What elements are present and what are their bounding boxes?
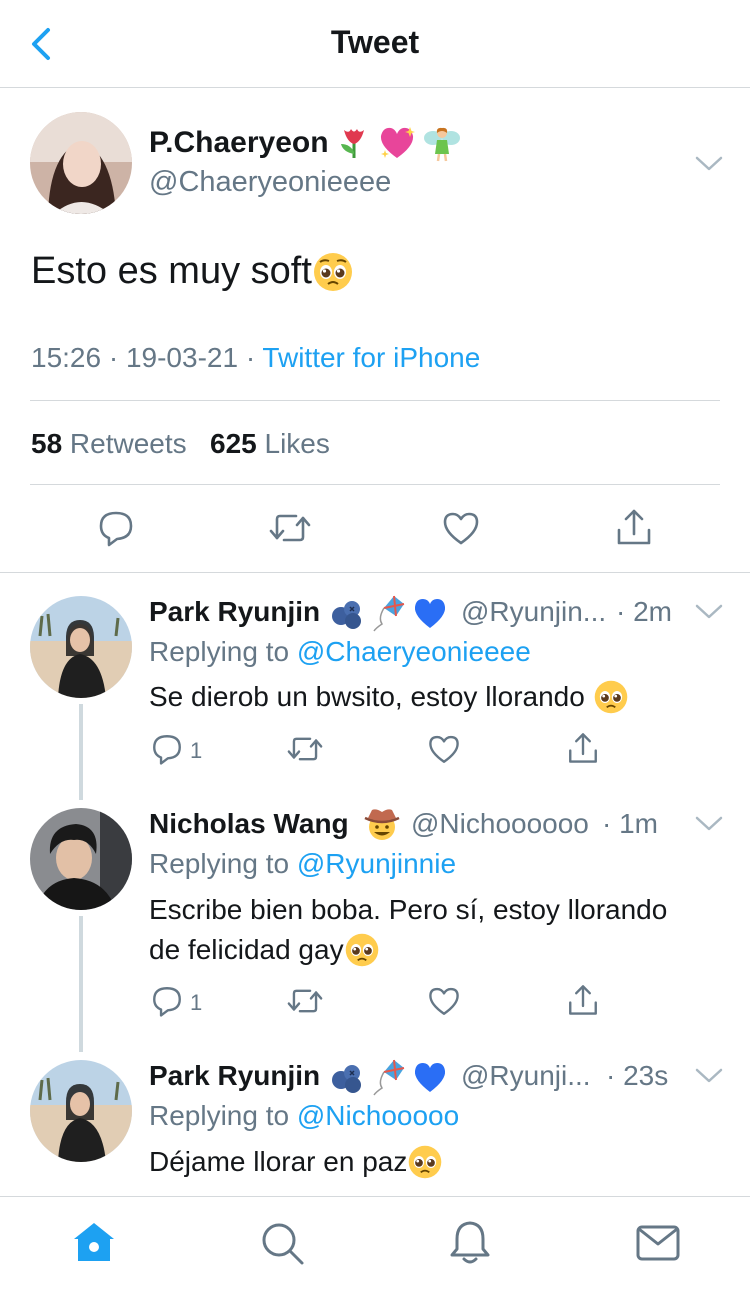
reply-author-name[interactable]: Park Ryunjin	[149, 596, 320, 628]
author-name-emojis	[337, 124, 461, 162]
tulip-emoji	[341, 129, 364, 158]
reply-text: Déjame llorar en paz	[149, 1142, 443, 1182]
author-handle[interactable]: @Chaeryeonieeee	[149, 166, 391, 199]
chevron-down-icon[interactable]	[694, 1066, 724, 1086]
likes-count: 625	[210, 428, 257, 459]
reply-text-content: Se dierob un bwsito, estoy llorando	[149, 681, 593, 712]
chevron-down-icon[interactable]	[694, 602, 724, 622]
messages-icon[interactable]	[634, 1219, 682, 1267]
fairy-emoji	[424, 127, 460, 162]
search-icon[interactable]	[258, 1219, 306, 1267]
reply-author-handle[interactable]: @Ryunjin...	[461, 596, 606, 628]
reply-text: Escribe bien boba. Pero sí, estoy lloran…	[149, 890, 667, 970]
divider	[30, 484, 720, 485]
like-icon[interactable]	[427, 732, 461, 766]
author-avatar[interactable]	[30, 112, 132, 214]
reply-author-name[interactable]: Nicholas Wang	[149, 808, 349, 840]
reply-icon[interactable]	[150, 732, 184, 766]
pleading-face-emoji	[594, 680, 627, 714]
blue-heart-emoji	[414, 1063, 446, 1092]
tweet-timestamp: 15:26 · 19-03-21 ·	[31, 342, 263, 373]
reply-timestamp: · 2m	[616, 596, 672, 627]
tweet-text: Esto es muy soft	[31, 250, 354, 293]
likes-stat[interactable]: 625 Likes	[210, 428, 330, 459]
blueberries-emoji	[332, 601, 361, 629]
reply-avatar[interactable]	[30, 596, 132, 698]
reply-timestamp: · 23s	[606, 1060, 669, 1091]
blue-heart-emoji	[414, 599, 446, 628]
reply-text-content: Déjame llorar en paz	[149, 1146, 408, 1177]
tweet-metadata: 15:26 · 19-03-21 · Twitter for iPhone	[31, 342, 480, 374]
retweets-count: 58	[31, 428, 63, 459]
tweet-stats: 58 Retweets 625 Likes	[31, 428, 330, 460]
replying-to-label: Replying to	[149, 636, 297, 667]
replying-to-mention[interactable]: @Chaeryeonieeee	[297, 636, 531, 667]
blueberries-emoji	[332, 1065, 361, 1093]
reply-author-name[interactable]: Park Ryunjin	[149, 1060, 320, 1092]
retweet-icon[interactable]	[286, 732, 324, 766]
tweet-text-content: Esto es muy soft	[31, 250, 312, 292]
retweets-label: Retweets	[62, 428, 187, 459]
reply-author-handle[interactable]: @Nichoooooo	[411, 808, 589, 840]
thread-line	[79, 704, 83, 800]
pleading-face-emoji	[313, 252, 352, 291]
likes-label: Likes	[256, 428, 330, 459]
reply-avatar[interactable]	[30, 808, 132, 910]
author-name[interactable]: P.Chaeryeon	[149, 126, 329, 160]
replying-to-line: Replying to @Chaeryeonieeee	[149, 636, 531, 668]
retweet-icon[interactable]	[286, 984, 324, 1018]
replying-to-mention[interactable]: @Ryunjinnie	[297, 848, 456, 879]
share-icon[interactable]	[566, 982, 600, 1018]
reply-name-emojis	[330, 594, 448, 632]
reply-icon[interactable]	[150, 984, 184, 1018]
reply-name-emojis	[330, 1058, 448, 1096]
reply-text: Se dierob un bwsito, estoy llorando	[149, 677, 629, 717]
kite-emoji	[373, 1059, 405, 1096]
divider	[0, 572, 750, 573]
reply-avatar[interactable]	[30, 1060, 132, 1162]
thread-line	[79, 916, 83, 1052]
chevron-down-icon[interactable]	[694, 154, 724, 174]
like-icon[interactable]	[427, 984, 461, 1018]
reply-timestamp: · 1m	[602, 808, 658, 839]
page-title: Tweet	[330, 24, 420, 60]
share-icon[interactable]	[614, 506, 654, 548]
like-icon[interactable]	[441, 508, 481, 548]
chevron-down-icon[interactable]	[694, 814, 724, 834]
home-icon[interactable]	[70, 1219, 118, 1267]
reply-count: 1	[190, 738, 203, 763]
replying-to-label: Replying to	[149, 1100, 297, 1131]
replying-to-label: Replying to	[149, 848, 297, 879]
tweet-source-link[interactable]: Twitter for iPhone	[262, 342, 480, 373]
retweets-stat[interactable]: 58 Retweets	[31, 428, 187, 459]
replying-to-mention[interactable]: @Nichooooo	[297, 1100, 459, 1131]
divider	[30, 400, 720, 401]
bottom-tab-bar	[0, 1196, 750, 1294]
reply-text-content: de felicidad gay	[149, 934, 344, 965]
pleading-face-emoji	[345, 933, 378, 967]
pleading-face-emoji	[409, 1145, 442, 1179]
reply-name-emojis	[364, 804, 400, 842]
reply-author-handle[interactable]: @Ryunji...	[461, 1060, 591, 1092]
reply-count: 1	[190, 990, 203, 1015]
notifications-icon[interactable]	[446, 1219, 494, 1267]
reply-text-line: de felicidad gay	[149, 930, 667, 970]
share-icon[interactable]	[566, 730, 600, 766]
replying-to-line: Replying to @Nichooooo	[149, 1100, 459, 1132]
top-navigation-bar: Tweet	[0, 0, 750, 88]
reply-icon[interactable]	[96, 508, 136, 548]
replying-to-line: Replying to @Ryunjinnie	[149, 848, 456, 880]
sparkling-heart-emoji	[380, 127, 415, 158]
cowboy-hat-face-emoji	[364, 809, 400, 840]
retweet-icon[interactable]	[268, 508, 312, 548]
kite-emoji	[373, 595, 405, 632]
reply-text-line: Escribe bien boba. Pero sí, estoy lloran…	[149, 894, 668, 925]
